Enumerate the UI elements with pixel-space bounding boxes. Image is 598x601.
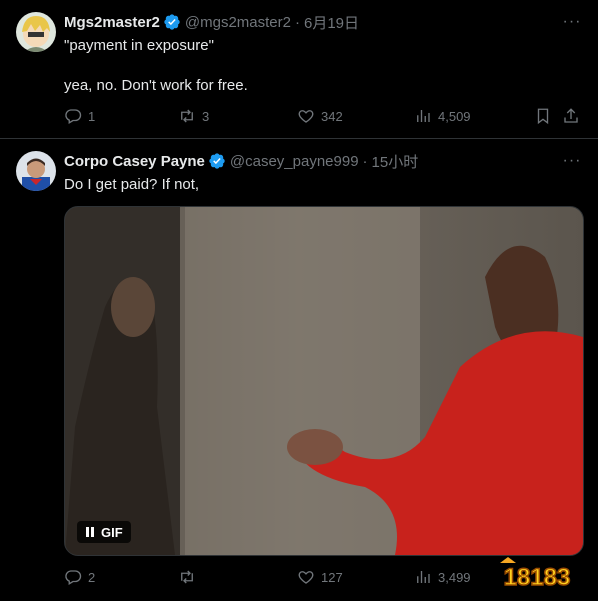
separator-dot: · — [294, 13, 300, 31]
verified-badge-icon — [209, 153, 225, 169]
heart-icon — [298, 110, 314, 123]
avatar[interactable] — [16, 12, 56, 52]
repost-count: 3 — [202, 108, 210, 124]
gif-frame — [65, 207, 583, 555]
handle[interactable]: @mgs2master2 — [185, 14, 291, 31]
display-name[interactable]: Corpo Casey Payne — [64, 153, 205, 170]
timestamp[interactable]: 6月19日 — [304, 12, 359, 33]
like-button[interactable]: 127 — [297, 568, 343, 586]
repost-button[interactable]: 3 — [178, 107, 209, 125]
repost-icon — [181, 570, 193, 584]
share-button[interactable] — [562, 107, 580, 125]
views-button[interactable]: 3,499 — [414, 568, 471, 586]
repost-button[interactable] — [178, 568, 202, 586]
more-options-icon[interactable]: ··· — [562, 12, 582, 32]
reply-count: 1 — [88, 108, 96, 124]
views-chart-icon — [417, 110, 430, 122]
tweet-text: "payment in exposure" yea, no. Don't wor… — [64, 37, 248, 94]
tweet-2[interactable]: Corpo Casey Payne @casey_payne999 · 15小时… — [0, 139, 598, 601]
timestamp[interactable]: 15小时 — [372, 151, 419, 172]
svg-text:18183: 18183 — [504, 564, 571, 591]
reply-icon — [65, 109, 82, 124]
gif-badge[interactable]: GIF — [77, 521, 131, 543]
heart-icon — [298, 571, 314, 584]
like-button[interactable]: 342 — [297, 107, 343, 125]
separator-dot: · — [362, 152, 368, 170]
tweet-text: Do I get paid? If not, — [64, 176, 200, 193]
like-count: 342 — [321, 108, 343, 124]
gif-media[interactable]: GIF — [64, 206, 584, 556]
reply-button[interactable]: 2 — [64, 568, 95, 586]
reply-count: 2 — [88, 569, 96, 585]
share-icon — [564, 108, 578, 123]
handle[interactable]: @casey_payne999 — [230, 153, 359, 170]
bookmark-button[interactable] — [534, 107, 552, 125]
views-count: 4,509 — [438, 108, 471, 124]
reply-button[interactable]: 1 — [64, 107, 95, 125]
avatar[interactable] — [16, 151, 56, 191]
views-button[interactable]: 4,509 — [414, 107, 471, 125]
like-count: 127 — [321, 569, 343, 585]
gif-label: GIF — [101, 524, 123, 540]
bookmark-icon — [537, 108, 549, 125]
display-name[interactable]: Mgs2master2 — [64, 14, 160, 31]
views-count: 3,499 — [438, 569, 471, 585]
tweet-1[interactable]: Mgs2master2 @mgs2master2 · 6月19日 ··· "pa… — [0, 0, 598, 139]
site-watermark-logo: 18183 — [490, 555, 584, 593]
views-chart-icon — [417, 571, 430, 583]
repost-icon — [181, 109, 193, 123]
more-options-icon[interactable]: ··· — [562, 151, 582, 171]
verified-badge-icon — [164, 14, 180, 30]
pause-icon — [86, 527, 94, 537]
reply-icon — [65, 570, 82, 585]
